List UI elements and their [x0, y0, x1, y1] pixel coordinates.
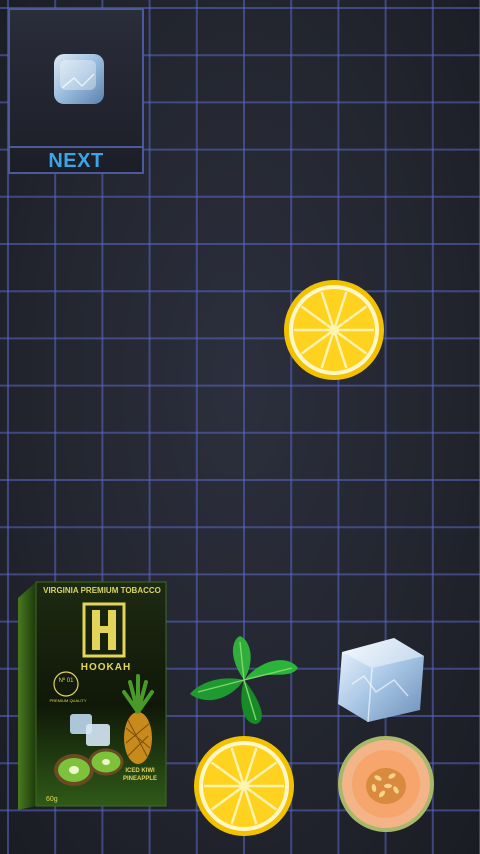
box-flavor-line1: ICED KIWI — [125, 768, 155, 774]
ice-cube-piece[interactable] — [334, 634, 428, 724]
lemon-slice-falling[interactable] — [282, 278, 386, 382]
box-brand: HOOKAH — [80, 662, 132, 673]
box-flavor-line2: PINEAPPLE — [122, 776, 157, 782]
next-preview-panel: NEXT — [8, 8, 144, 174]
next-label: NEXT — [48, 150, 104, 172]
box-weight: 60g — [46, 796, 58, 803]
hookah-tobacco-box-piece[interactable]: VIRGINIA PREMIUM TOBACCO HOOKAH Nº 01 PR… — [18, 578, 168, 810]
lemon-slice-bottom[interactable] — [192, 734, 296, 838]
game-board[interactable]: NEXT VIRGINIA PREMIUM TOBACCO HOOKAH Nº … — [0, 0, 480, 854]
box-badge-text: PREMIUM QUALITY — [49, 698, 87, 703]
mint-leaves-piece[interactable] — [186, 634, 302, 726]
melon-slice-piece[interactable] — [336, 734, 436, 834]
next-divider — [10, 146, 142, 148]
box-badge-number: Nº 01 — [58, 678, 74, 684]
box-tagline: VIRGINIA PREMIUM TOBACCO — [43, 586, 161, 595]
next-ice-cube-icon — [54, 54, 104, 104]
